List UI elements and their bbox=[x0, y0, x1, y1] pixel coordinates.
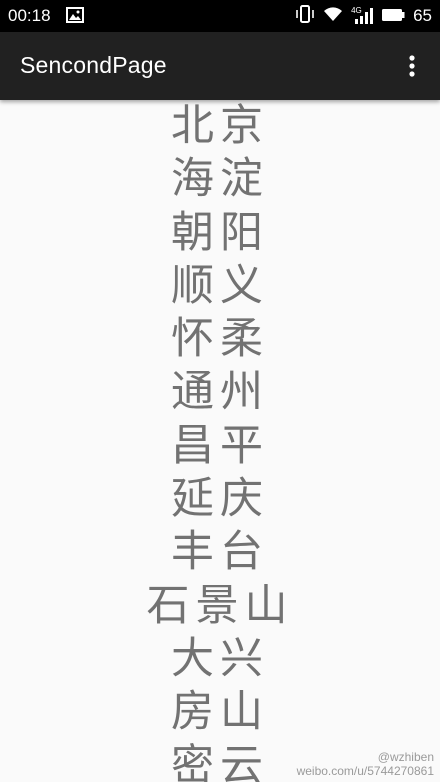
list-item[interactable]: 昌平 bbox=[0, 420, 440, 473]
list-item[interactable]: 通州 bbox=[0, 366, 440, 419]
status-time: 00:18 bbox=[8, 6, 51, 25]
list-item[interactable]: 朝阳 bbox=[0, 207, 440, 260]
vibrate-icon bbox=[295, 5, 315, 27]
image-notification-icon bbox=[66, 7, 84, 23]
watermark-url: weibo.com/u/5744270861 bbox=[296, 764, 434, 778]
wifi-icon bbox=[323, 6, 343, 26]
watermark: @wzhiben weibo.com/u/5744270861 bbox=[297, 750, 434, 778]
battery-level: 65 bbox=[413, 6, 432, 25]
list-item[interactable]: 北京 bbox=[0, 100, 440, 153]
list-item[interactable]: 顺义 bbox=[0, 260, 440, 313]
list-item[interactable]: 丰台 bbox=[0, 526, 440, 579]
cellular-signal-icon: 4G bbox=[351, 6, 374, 25]
status-bar: 00:18 4G 65 bbox=[0, 0, 440, 32]
list-item[interactable]: 房山 bbox=[0, 686, 440, 739]
district-list: 北京 海淀 朝阳 顺义 怀柔 通州 昌平 延庆 丰台 石景山 大兴 房山 密云 bbox=[0, 100, 440, 782]
list-item[interactable]: 海淀 bbox=[0, 153, 440, 206]
watermark-handle: @wzhiben bbox=[377, 750, 434, 764]
overflow-menu-button[interactable] bbox=[398, 50, 426, 82]
list-item[interactable]: 怀柔 bbox=[0, 313, 440, 366]
status-icons: 4G 65 bbox=[295, 5, 432, 27]
battery-icon bbox=[381, 7, 405, 26]
list-item[interactable]: 大兴 bbox=[0, 633, 440, 686]
page-title: SencondPage bbox=[20, 52, 167, 78]
district-list-view[interactable]: 北京 海淀 朝阳 顺义 怀柔 通州 昌平 延庆 丰台 石景山 大兴 房山 密云 bbox=[0, 100, 440, 782]
app-bar: SencondPage bbox=[0, 32, 440, 100]
list-item[interactable]: 石景山 bbox=[0, 580, 440, 633]
more-vert-icon bbox=[409, 55, 415, 77]
list-item[interactable]: 延庆 bbox=[0, 473, 440, 526]
